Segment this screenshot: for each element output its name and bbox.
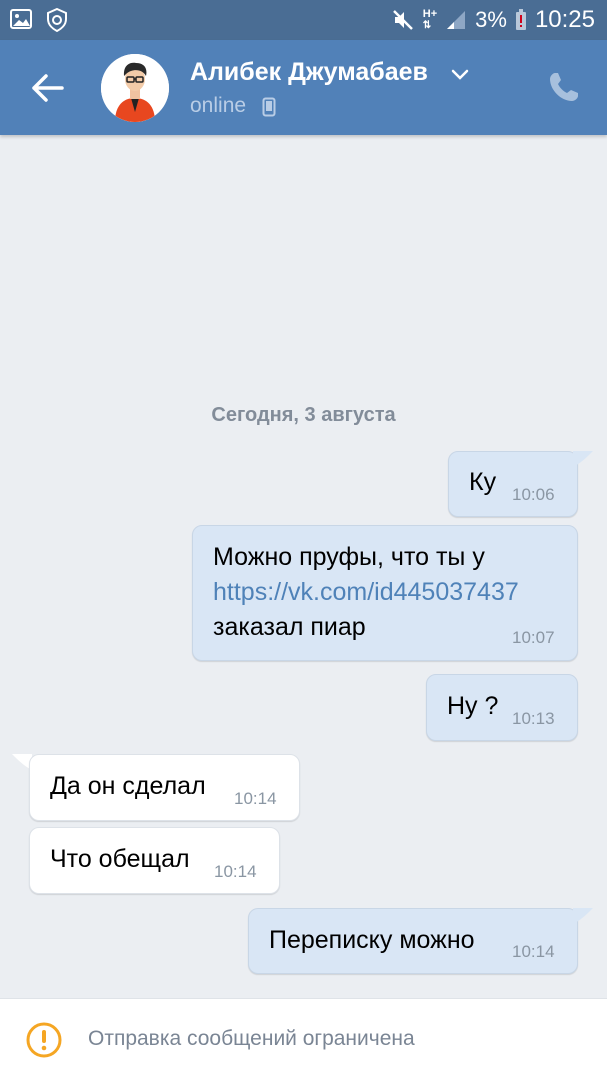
message-outgoing[interactable]: Ку 10:06 <box>448 451 578 517</box>
phone-icon <box>550 73 578 101</box>
avatar-illustration-icon <box>101 54 169 122</box>
mute-icon <box>391 8 415 32</box>
bubble-tail <box>573 451 593 467</box>
profile-link[interactable]: https://vk.com/id445037437 <box>213 575 519 610</box>
network-type-icon: H+ ⇅ <box>422 8 438 32</box>
message-text: Ку <box>469 468 497 496</box>
status-time: 10:25 <box>534 6 595 33</box>
online-status: online <box>190 94 247 117</box>
chat-header: Алибек Джумабаев online <box>0 40 607 135</box>
message-text-line: Можно пруфы, что ты у <box>213 543 485 571</box>
warning-icon <box>25 1021 63 1064</box>
message-time: 10:07 <box>512 628 555 647</box>
call-button[interactable] <box>547 70 581 104</box>
battery-percent: 3% <box>475 7 507 32</box>
message-text: Что обещал <box>50 845 190 873</box>
arrow-left-icon <box>32 74 64 102</box>
battery-low-icon <box>515 9 527 31</box>
contact-name[interactable]: Алибек Джумабаев <box>190 58 428 87</box>
message-text-block: Можно пруфы, что ты у https://vk.com/id4… <box>213 540 519 645</box>
message-outgoing[interactable]: Можно пруфы, что ты у https://vk.com/id4… <box>192 525 578 661</box>
bubble-tail <box>573 908 593 924</box>
message-text: Да он сделал <box>50 772 206 800</box>
message-time: 10:13 <box>512 709 555 728</box>
message-time: 10:06 <box>512 485 555 504</box>
message-incoming[interactable]: Да он сделал 10:14 <box>29 754 300 821</box>
status-bar: H+ ⇅ 3% 10:25 <box>0 0 607 40</box>
mobile-device-icon <box>262 97 276 122</box>
message-outgoing[interactable]: Переписку можно 10:14 <box>248 908 578 974</box>
status-bar-notifications <box>10 8 68 32</box>
message-text: Переписку можно <box>269 926 475 954</box>
restriction-notice: Отправка сообщений ограничена <box>88 1027 415 1050</box>
message-text-line: заказал пиар <box>213 613 366 641</box>
message-outgoing[interactable]: Ну ? 10:13 <box>426 674 578 741</box>
messaging-restricted-bar: Отправка сообщений ограничена <box>0 998 607 1081</box>
message-incoming[interactable]: Что обещал 10:14 <box>29 827 280 894</box>
message-text: Ну ? <box>447 692 499 720</box>
back-button[interactable] <box>28 70 68 106</box>
message-time: 10:14 <box>214 862 257 881</box>
chevron-down-icon[interactable] <box>450 68 470 87</box>
date-separator: Сегодня, 3 августа <box>211 404 396 426</box>
status-bar-system: H+ ⇅ 3% 10:25 <box>391 6 595 34</box>
message-time: 10:14 <box>234 789 277 808</box>
signal-strength-icon <box>445 9 467 31</box>
security-notification-icon <box>46 8 68 32</box>
gallery-notification-icon <box>10 8 32 32</box>
message-time: 10:14 <box>512 942 555 961</box>
avatar[interactable] <box>101 54 169 122</box>
